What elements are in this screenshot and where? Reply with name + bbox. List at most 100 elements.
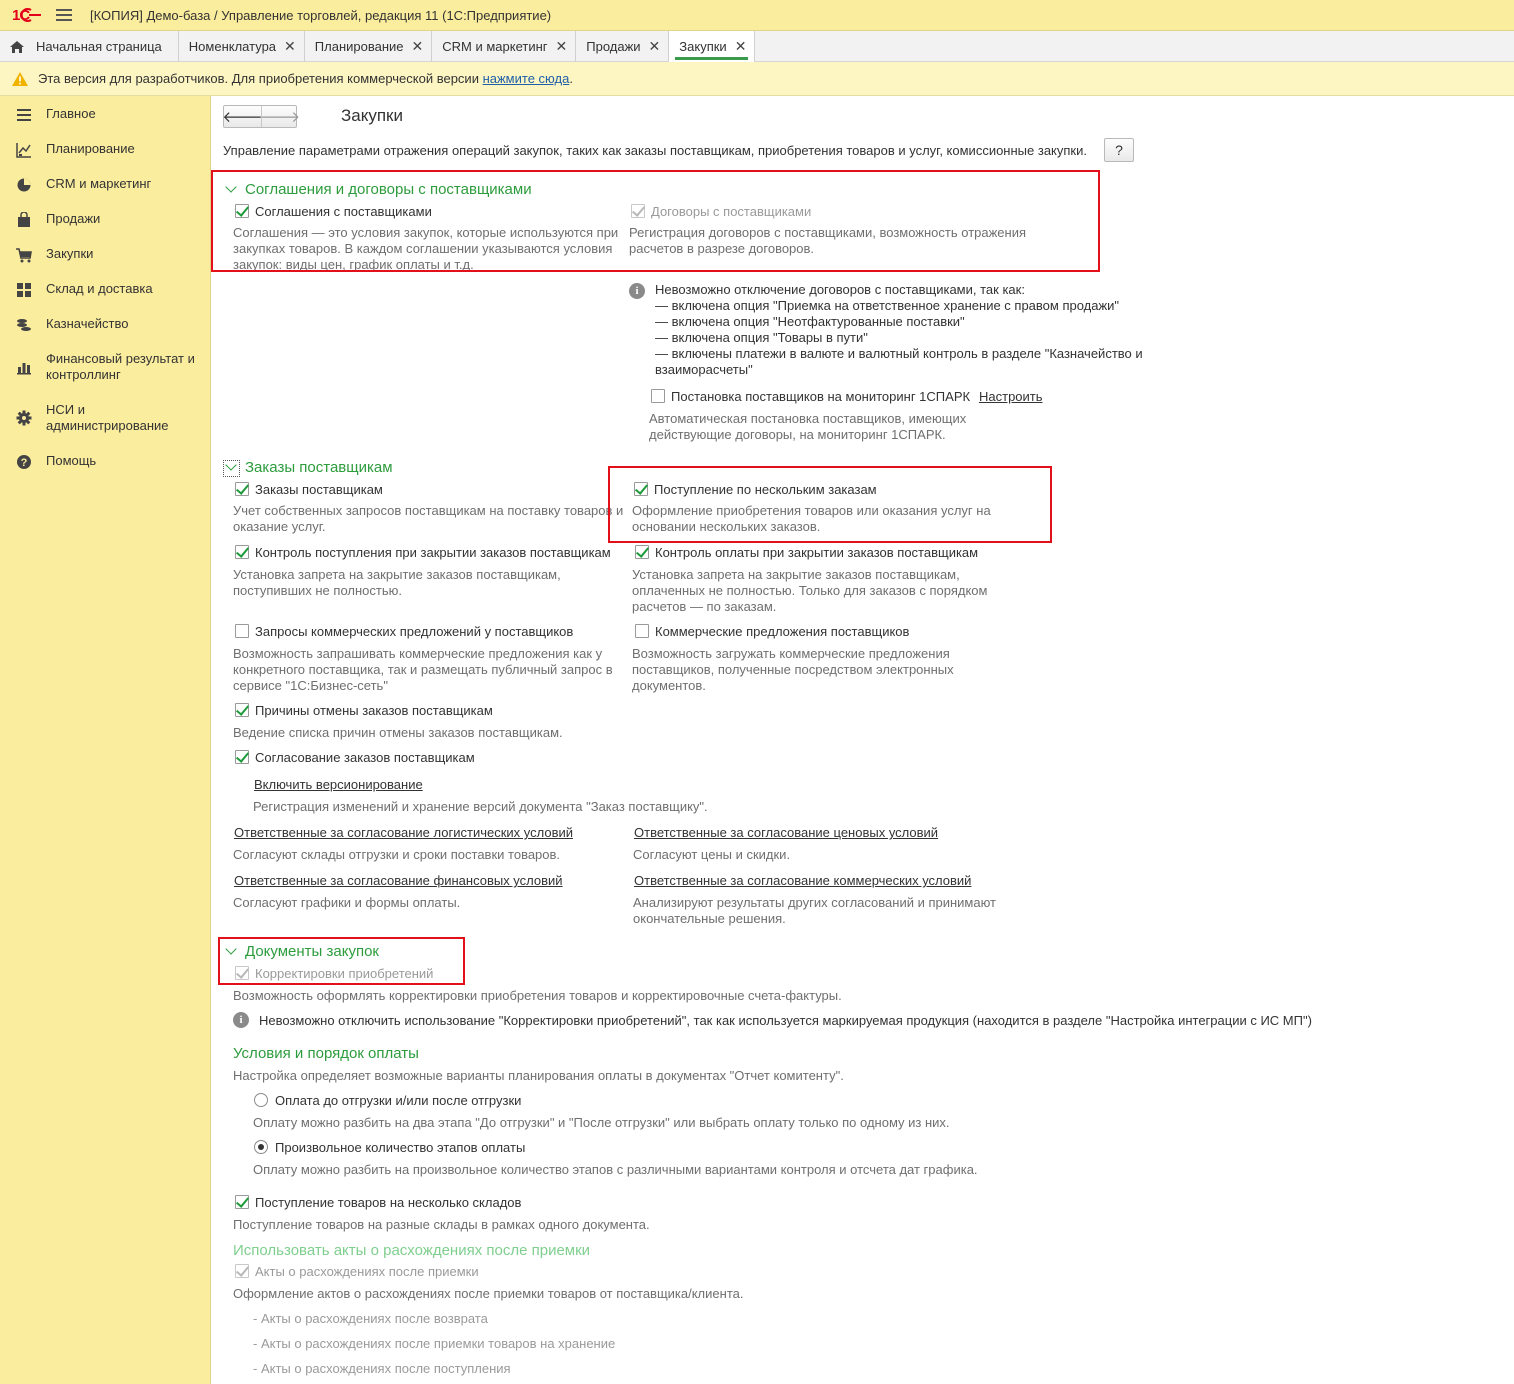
sidebar-item-crm[interactable]: CRM и маркетинг <box>0 176 211 193</box>
sidebar-item-label: Продажи <box>46 211 101 226</box>
payment-control-checkbox[interactable] <box>635 545 649 559</box>
discrepancy-description: Оформление актов о расхождениях после пр… <box>233 1286 744 1301</box>
main-menu-icon[interactable] <box>56 9 72 21</box>
versioning-link[interactable]: Включить версионирование <box>254 777 423 792</box>
offers-label: Коммерческие предложения поставщиков <box>655 624 910 639</box>
main-content: 🡐 🡒 Закупки Управление параметрами отраж… <box>211 96 1514 1384</box>
cancel-reasons-checkbox[interactable] <box>235 703 249 717</box>
sidebar-item-planning[interactable]: Планирование <box>0 141 211 158</box>
buy-link[interactable]: нажмите сюда <box>483 71 570 86</box>
window-title: [КОПИЯ] Демо-база / Управление торговлей… <box>90 7 552 23</box>
payment-two-stage-description: Оплату можно разбить на два этапа "До от… <box>253 1115 950 1130</box>
payment-control-label: Контроль оплаты при закрытии заказов пос… <box>655 545 979 560</box>
tab-label: CRM и маркетинг <box>442 39 548 54</box>
tab-home[interactable]: Начальная страница <box>0 31 179 62</box>
highlight-frame <box>608 466 1052 543</box>
payment-arbitrary-radio[interactable] <box>254 1140 268 1154</box>
close-icon[interactable]: ✕ <box>556 38 568 55</box>
sidebar-item-label: НСИ и администрирование <box>46 402 169 433</box>
developer-warning-bar: Эта версия для разработчиков. Для приобр… <box>0 62 1514 96</box>
forward-button[interactable]: 🡒 <box>260 106 300 127</box>
orders-label: Заказы поставщикам <box>255 482 383 497</box>
monitoring-label: Постановка поставщиков на мониторинг 1СП… <box>671 389 971 404</box>
tab-planning[interactable]: Планирование ✕ <box>305 31 433 62</box>
sidebar-item-treasury[interactable]: Казначейство <box>0 316 211 333</box>
cart-icon <box>16 247 32 263</box>
page-description: Управление параметрами отражения операци… <box>223 143 1087 158</box>
orders-section-header[interactable]: Заказы поставщикам <box>223 459 393 476</box>
cancel-reasons-label: Причины отмены заказов поставщикам <box>255 703 493 718</box>
sidebar-item-admin[interactable]: НСИ и администрирование <box>0 402 211 434</box>
orders-checkbox[interactable] <box>235 482 249 496</box>
back-button[interactable]: 🡐 <box>222 106 262 127</box>
discrepancy-sub-storage: - Акты о расхождениях после приемки това… <box>253 1336 616 1351</box>
sidebar-item-warehouse[interactable]: Склад и доставка <box>0 281 211 298</box>
cancel-reasons-description: Ведение списка причин отмены заказов пос… <box>233 725 563 740</box>
receipt-control-checkbox[interactable] <box>235 545 249 559</box>
close-icon[interactable]: ✕ <box>412 38 424 55</box>
resp-financial-link[interactable]: Ответственные за согласование финансовых… <box>234 873 563 888</box>
tab-crm[interactable]: CRM и маркетинг ✕ <box>432 31 577 62</box>
tab-nomenclature[interactable]: Номенклатура ✕ <box>179 31 305 62</box>
sidebar-item-label: Планирование <box>46 141 135 156</box>
gear-icon <box>16 410 32 426</box>
offers-description: Возможность загружать коммерческие предл… <box>632 646 954 693</box>
tab-label: Номенклатура <box>188 39 277 54</box>
sidebar-item-label: Склад и доставка <box>46 281 153 296</box>
orders-description: Учет собственных запросов поставщикам на… <box>233 503 624 534</box>
coins-icon <box>16 317 32 333</box>
payment-terms-header: Условия и порядок оплаты <box>233 1045 419 1062</box>
versioning-description: Регистрация изменений и хранение версий … <box>253 799 708 814</box>
discrepancy-header: Использовать акты о расхождениях после п… <box>233 1242 591 1259</box>
receipt-control-label: Контроль поступления при закрытии заказо… <box>255 545 611 560</box>
close-icon[interactable]: ✕ <box>649 38 661 55</box>
tab-label: Закупки <box>679 39 727 54</box>
monitoring-checkbox[interactable] <box>651 389 665 403</box>
help-button[interactable]: ? <box>1104 138 1134 162</box>
close-icon[interactable]: ✕ <box>735 38 747 55</box>
monitoring-setup-link[interactable]: Настроить <box>979 389 1043 404</box>
tab-bar: Начальная страница Номенклатура ✕ Планир… <box>0 31 1514 62</box>
sidebar-item-label: Закупки <box>46 246 94 261</box>
sidebar-item-label: CRM и маркетинг <box>46 176 152 191</box>
bar-chart-icon <box>16 359 32 375</box>
corrections-description: Возможность оформлять корректировки прио… <box>233 988 842 1003</box>
close-icon[interactable]: ✕ <box>284 38 296 55</box>
resp-logistic-link[interactable]: Ответственные за согласование логистичес… <box>234 825 573 840</box>
payment-control-description: Установка запрета на закрытие заказов по… <box>632 567 988 614</box>
1c-logo[interactable]: 1С <box>12 7 42 24</box>
sidebar-item-help[interactable]: ? Помощь <box>0 453 211 470</box>
warning-tail: . <box>569 71 573 86</box>
offers-checkbox[interactable] <box>635 624 649 638</box>
discrepancy-label: Акты о расхождениях после приемки <box>255 1264 479 1279</box>
payment-two-stage-radio[interactable] <box>254 1093 268 1107</box>
grid-icon <box>16 282 32 298</box>
tab-label: Планирование <box>314 39 404 54</box>
contracts-info-text: Невозможно отключение договоров с постав… <box>655 282 1143 377</box>
tab-label: Начальная страница <box>36 39 162 54</box>
sidebar-item-purchases[interactable]: Закупки <box>0 246 211 263</box>
payment-arbitrary-description: Оплату можно разбить на произвольное кол… <box>253 1162 978 1177</box>
tab-label: Продажи <box>586 39 641 54</box>
receipt-control-description: Установка запрета на закрытие заказов по… <box>233 567 561 598</box>
navigation-buttons: 🡐 🡒 <box>222 105 300 128</box>
tab-sales[interactable]: Продажи ✕ <box>576 31 670 62</box>
sidebar-item-main[interactable]: Главное <box>0 106 211 123</box>
resp-commercial-description: Анализируют результаты других согласован… <box>633 895 997 926</box>
resp-price-description: Согласуют цены и скидки. <box>633 847 791 862</box>
multi-warehouse-label: Поступление товаров на несколько складов <box>255 1195 522 1210</box>
highlight-frame <box>218 937 465 985</box>
help-circle-icon: ? <box>16 454 32 470</box>
tab-purchases[interactable]: Закупки ✕ <box>669 31 756 62</box>
sidebar-item-financial-result[interactable]: Финансовый результат и контроллинг <box>0 351 211 383</box>
bag-icon <box>16 211 32 228</box>
multi-warehouse-checkbox[interactable] <box>235 1195 249 1209</box>
resp-price-link[interactable]: Ответственные за согласование ценовых ус… <box>634 825 938 840</box>
rfq-checkbox[interactable] <box>235 624 249 638</box>
discrepancy-sub-receipt: - Акты о расхождениях после поступления <box>253 1361 511 1376</box>
sidebar-item-label: Казначейство <box>46 316 129 331</box>
sidebar-item-sales[interactable]: Продажи <box>0 211 211 228</box>
resp-commercial-link[interactable]: Ответственные за согласование коммерческ… <box>634 873 971 888</box>
rfq-label: Запросы коммерческих предложений у поста… <box>255 624 574 639</box>
approval-checkbox[interactable] <box>235 750 249 764</box>
